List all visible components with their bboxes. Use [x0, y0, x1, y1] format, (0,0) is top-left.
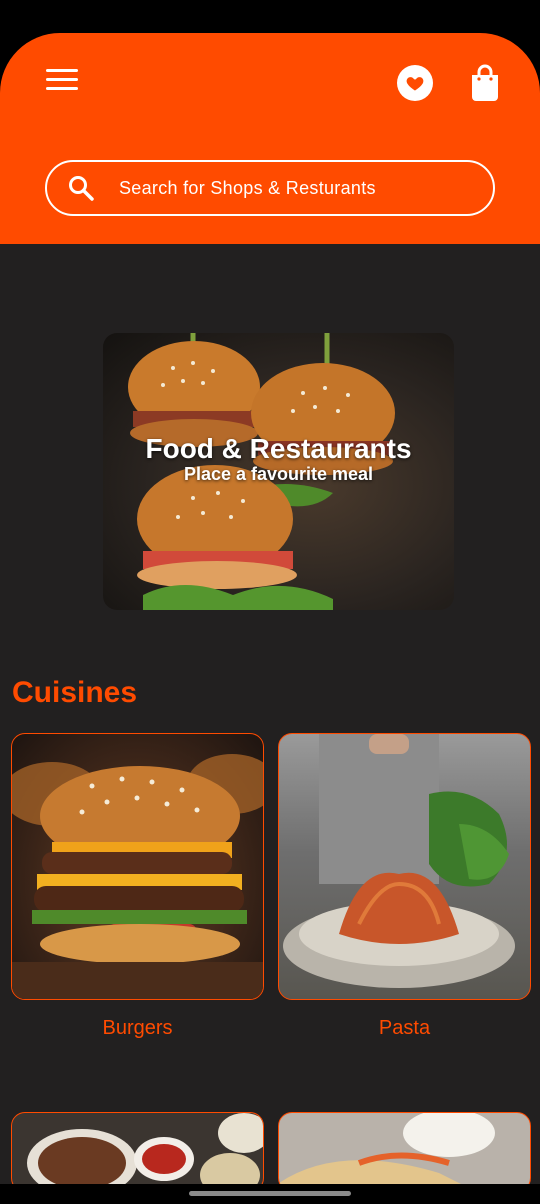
pasta-image [283, 734, 515, 988]
food-restaurants-banner[interactable]: Food & Restaurants Place a favourite mea… [103, 333, 454, 610]
app-header [0, 33, 540, 244]
favorites-button[interactable] [397, 65, 433, 101]
search-icon [69, 176, 94, 201]
cuisine-card[interactable] [11, 1112, 264, 1184]
banner-subtitle: Place a favourite meal [183, 464, 374, 484]
cuisine-card[interactable] [278, 1112, 531, 1184]
cuisine-card-pasta[interactable] [278, 733, 531, 1000]
cuisines-heading: Cuisines [12, 676, 138, 709]
shopping-bag-icon[interactable] [469, 64, 501, 102]
cuisine-label-burgers: Burgers [102, 1017, 173, 1039]
wrap-image [279, 1113, 495, 1184]
menu-line [46, 69, 78, 72]
menu-line [46, 87, 78, 90]
cuisine-card-burgers[interactable] [11, 733, 264, 1000]
menu-line [46, 78, 78, 81]
gesture-handle[interactable] [189, 1191, 351, 1196]
main-content: Food & Restaurants Place a favourite mea… [0, 244, 540, 1184]
burger-image [12, 754, 263, 999]
menu-button[interactable] [46, 69, 80, 95]
banner-title: Food & Restaurants [145, 433, 412, 464]
status-bar [0, 0, 540, 34]
search-input[interactable] [119, 177, 459, 199]
food-bowls-image [27, 1113, 263, 1184]
search-bar[interactable] [45, 160, 495, 216]
heart-icon [406, 77, 424, 91]
system-navigation-bar [0, 1184, 540, 1204]
cuisine-label-pasta: Pasta [378, 1017, 431, 1039]
